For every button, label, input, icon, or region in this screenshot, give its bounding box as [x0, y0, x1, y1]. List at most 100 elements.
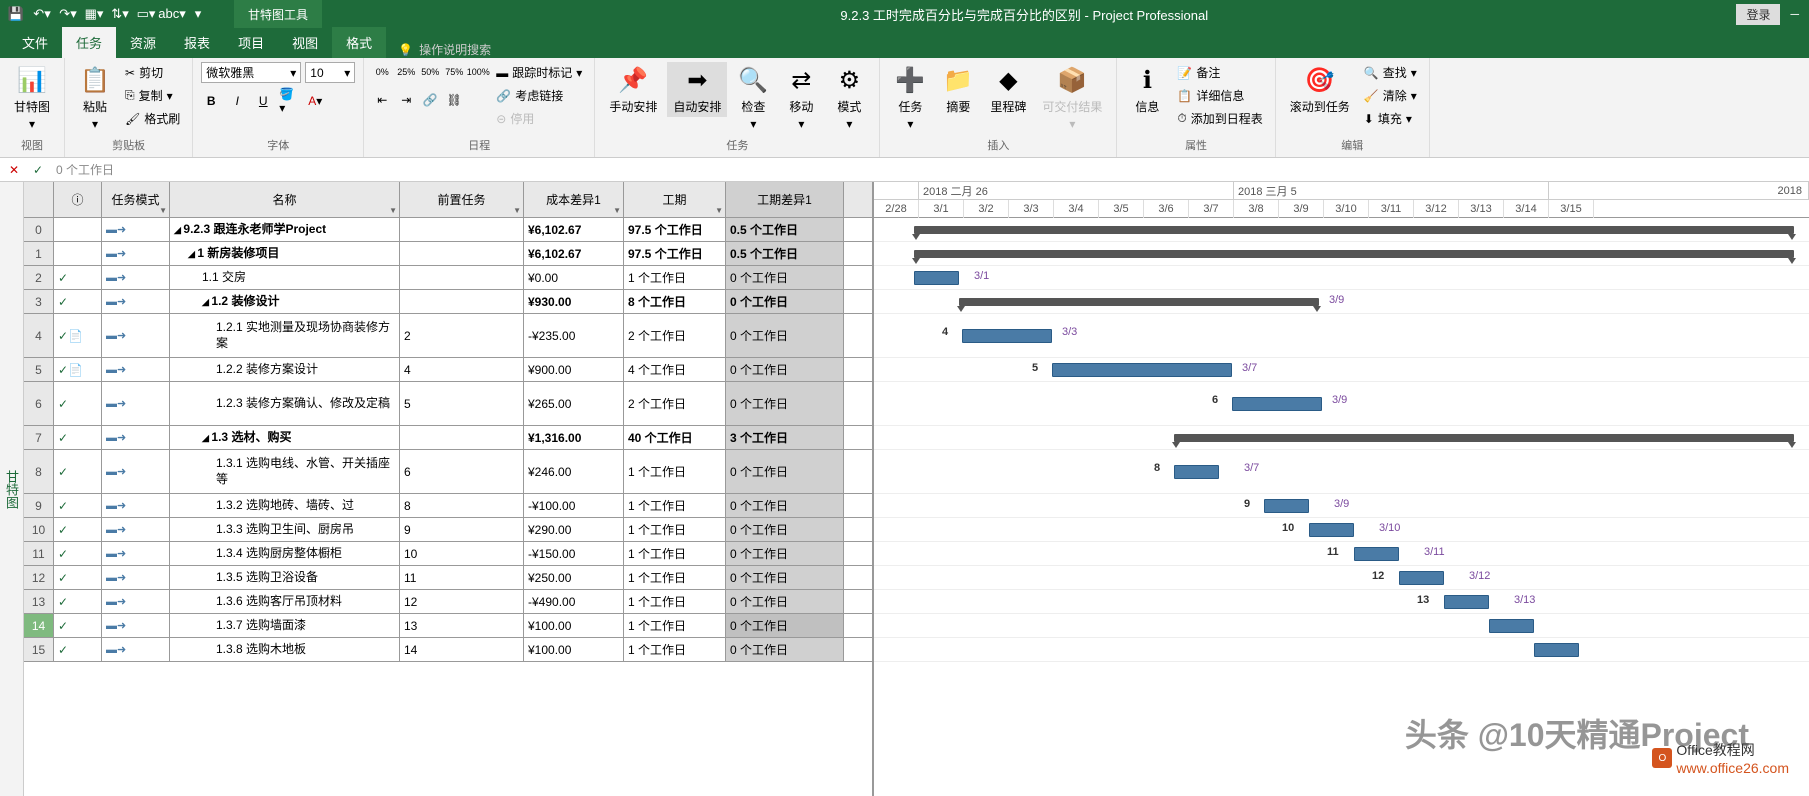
gantt-bar[interactable] — [1174, 434, 1794, 442]
cell[interactable]: 0 个工作日 — [726, 450, 844, 493]
cell[interactable]: ✓ — [54, 638, 102, 661]
cell[interactable]: 0 个工作日 — [726, 638, 844, 661]
font-size-combo[interactable]: 10▾ — [305, 62, 355, 83]
cell[interactable]: ¥250.00 — [524, 566, 624, 589]
cell[interactable]: -¥235.00 — [524, 314, 624, 357]
cell[interactable]: 11 — [400, 566, 524, 589]
gantt-bar[interactable] — [1309, 523, 1354, 537]
cell[interactable]: ✓ — [54, 614, 102, 637]
cell[interactable] — [400, 426, 524, 449]
copy-button[interactable]: ⎘复制▾ — [121, 85, 184, 106]
cell[interactable]: 9 — [24, 494, 54, 517]
pct-25-button[interactable]: 25% — [396, 62, 416, 82]
inactivate-button[interactable]: ⊝停用 — [492, 108, 586, 129]
cell[interactable]: ▬➜ — [102, 542, 170, 565]
cell[interactable]: ✓ — [54, 518, 102, 541]
table-row[interactable]: 11✓▬➜1.3.4 选购厨房整体橱柜10-¥150.001 个工作日0 个工作… — [24, 542, 872, 566]
information-button[interactable]: ℹ信息 — [1125, 62, 1169, 117]
insert-task-button[interactable]: ➕任务▾ — [888, 62, 932, 133]
cell[interactable]: ¥6,102.67 — [524, 218, 624, 241]
cell[interactable]: 1.2 装修设计 — [170, 290, 400, 313]
find-button[interactable]: 🔍查找▾ — [1360, 62, 1421, 83]
cell[interactable]: 1 新房装修项目 — [170, 242, 400, 265]
cell[interactable]: 1.3.5 选购卫浴设备 — [170, 566, 400, 589]
cell[interactable]: ¥246.00 — [524, 450, 624, 493]
col-duration-variance[interactable]: 工期差异1 — [726, 182, 844, 217]
cell[interactable]: 6 — [400, 450, 524, 493]
cell[interactable]: 13 — [24, 590, 54, 613]
cell[interactable]: 10 — [24, 518, 54, 541]
gantt-bar[interactable] — [962, 329, 1052, 343]
confirm-icon[interactable]: ✓ — [30, 162, 46, 178]
tab-format[interactable]: 格式 — [332, 27, 386, 58]
link-button[interactable]: 🔗 — [420, 90, 440, 110]
summary-button[interactable]: 📁摘要 — [936, 62, 980, 117]
gantt-bar[interactable] — [914, 226, 1794, 234]
cell[interactable]: 1.3.7 选购墙面漆 — [170, 614, 400, 637]
table-row[interactable]: 3✓▬➜1.2 装修设计¥930.008 个工作日0 个工作日 — [24, 290, 872, 314]
cell[interactable]: 0 个工作日 — [726, 382, 844, 425]
format-painter-button[interactable]: 🖌格式刷 — [121, 108, 184, 129]
fill-button[interactable]: ⬇填充▾ — [1360, 108, 1421, 129]
cell[interactable]: ▬➜ — [102, 314, 170, 357]
cell[interactable]: 3 — [24, 290, 54, 313]
cell[interactable]: 5 — [24, 358, 54, 381]
outdent-button[interactable]: ⇤ — [372, 90, 392, 110]
gantt-bar[interactable] — [1444, 595, 1489, 609]
table-row[interactable]: 14✓▬➜1.3.7 选购墙面漆13¥100.001 个工作日0 个工作日 — [24, 614, 872, 638]
cell[interactable]: 2 个工作日 — [624, 314, 726, 357]
font-color-button[interactable]: A▾ — [305, 91, 325, 111]
cell[interactable]: ✓ — [54, 542, 102, 565]
cell[interactable]: ▬➜ — [102, 614, 170, 637]
cell[interactable]: 13 — [400, 614, 524, 637]
pct-75-button[interactable]: 75% — [444, 62, 464, 82]
cell[interactable]: 4 — [400, 358, 524, 381]
cell[interactable]: 1.3.3 选购卫生间、厨房吊 — [170, 518, 400, 541]
cell[interactable]: 9.2.3 跟连永老师学Project — [170, 218, 400, 241]
cell[interactable]: -¥490.00 — [524, 590, 624, 613]
fill-color-button[interactable]: 🪣▾ — [279, 91, 299, 111]
gantt-bar[interactable] — [1534, 643, 1579, 657]
cell[interactable]: ▬➜ — [102, 426, 170, 449]
scroll-to-task-button[interactable]: 🎯滚动到任务 — [1284, 62, 1356, 117]
cell[interactable]: 1 个工作日 — [624, 614, 726, 637]
cell[interactable]: 1 个工作日 — [624, 450, 726, 493]
qat-icon-2[interactable]: ⇅▾ — [112, 6, 128, 22]
cell[interactable]: ✓ — [54, 566, 102, 589]
table-row[interactable]: 15✓▬➜1.3.8 选购木地板14¥100.001 个工作日0 个工作日 — [24, 638, 872, 662]
cell[interactable]: 1.2.3 装修方案确认、修改及定稿 — [170, 382, 400, 425]
gantt-view-button[interactable]: 📊 甘特图▾ — [8, 62, 56, 133]
cell[interactable]: 3 个工作日 — [726, 426, 844, 449]
cell[interactable]: 0.5 个工作日 — [726, 218, 844, 241]
cell[interactable]: ✓ — [54, 290, 102, 313]
table-row[interactable]: 1▬➜1 新房装修项目¥6,102.6797.5 个工作日0.5 个工作日 — [24, 242, 872, 266]
font-name-combo[interactable]: 微软雅黑▾ — [201, 62, 301, 83]
cell[interactable] — [400, 242, 524, 265]
table-row[interactable]: 2✓▬➜1.1 交房¥0.001 个工作日0 个工作日 — [24, 266, 872, 290]
tab-file[interactable]: 文件 — [8, 27, 62, 58]
cell[interactable]: ¥1,316.00 — [524, 426, 624, 449]
gantt-bar[interactable] — [1264, 499, 1309, 513]
cell[interactable]: 6 — [24, 382, 54, 425]
formula-input[interactable] — [54, 161, 354, 179]
cell[interactable]: 1.2.1 实地测量及现场协商装修方案 — [170, 314, 400, 357]
col-rownum[interactable] — [24, 182, 54, 217]
cell[interactable]: ✓ — [54, 426, 102, 449]
cell[interactable]: 1.3.2 选购地砖、墙砖、过 — [170, 494, 400, 517]
cell[interactable]: 0 个工作日 — [726, 518, 844, 541]
inspect-button[interactable]: 🔍检查▾ — [731, 62, 775, 133]
cell[interactable]: 1 个工作日 — [624, 518, 726, 541]
cell[interactable]: 1 个工作日 — [624, 590, 726, 613]
gantt-bar[interactable] — [1232, 397, 1322, 411]
deliverable-button[interactable]: 📦可交付结果▾ — [1036, 62, 1108, 133]
qat-icon-1[interactable]: ▦▾ — [86, 6, 102, 22]
table-row[interactable]: 0▬➜9.2.3 跟连永老师学Project¥6,102.6797.5 个工作日… — [24, 218, 872, 242]
table-row[interactable]: 9✓▬➜1.3.2 选购地砖、墙砖、过8-¥100.001 个工作日0 个工作日 — [24, 494, 872, 518]
gantt-bar[interactable] — [1399, 571, 1444, 585]
cell[interactable]: ▬➜ — [102, 494, 170, 517]
cell[interactable]: 1 个工作日 — [624, 542, 726, 565]
cell[interactable]: 14 — [400, 638, 524, 661]
manual-schedule-button[interactable]: 📌手动安排 — [603, 62, 663, 117]
cell[interactable]: -¥150.00 — [524, 542, 624, 565]
pct-50-button[interactable]: 50% — [420, 62, 440, 82]
